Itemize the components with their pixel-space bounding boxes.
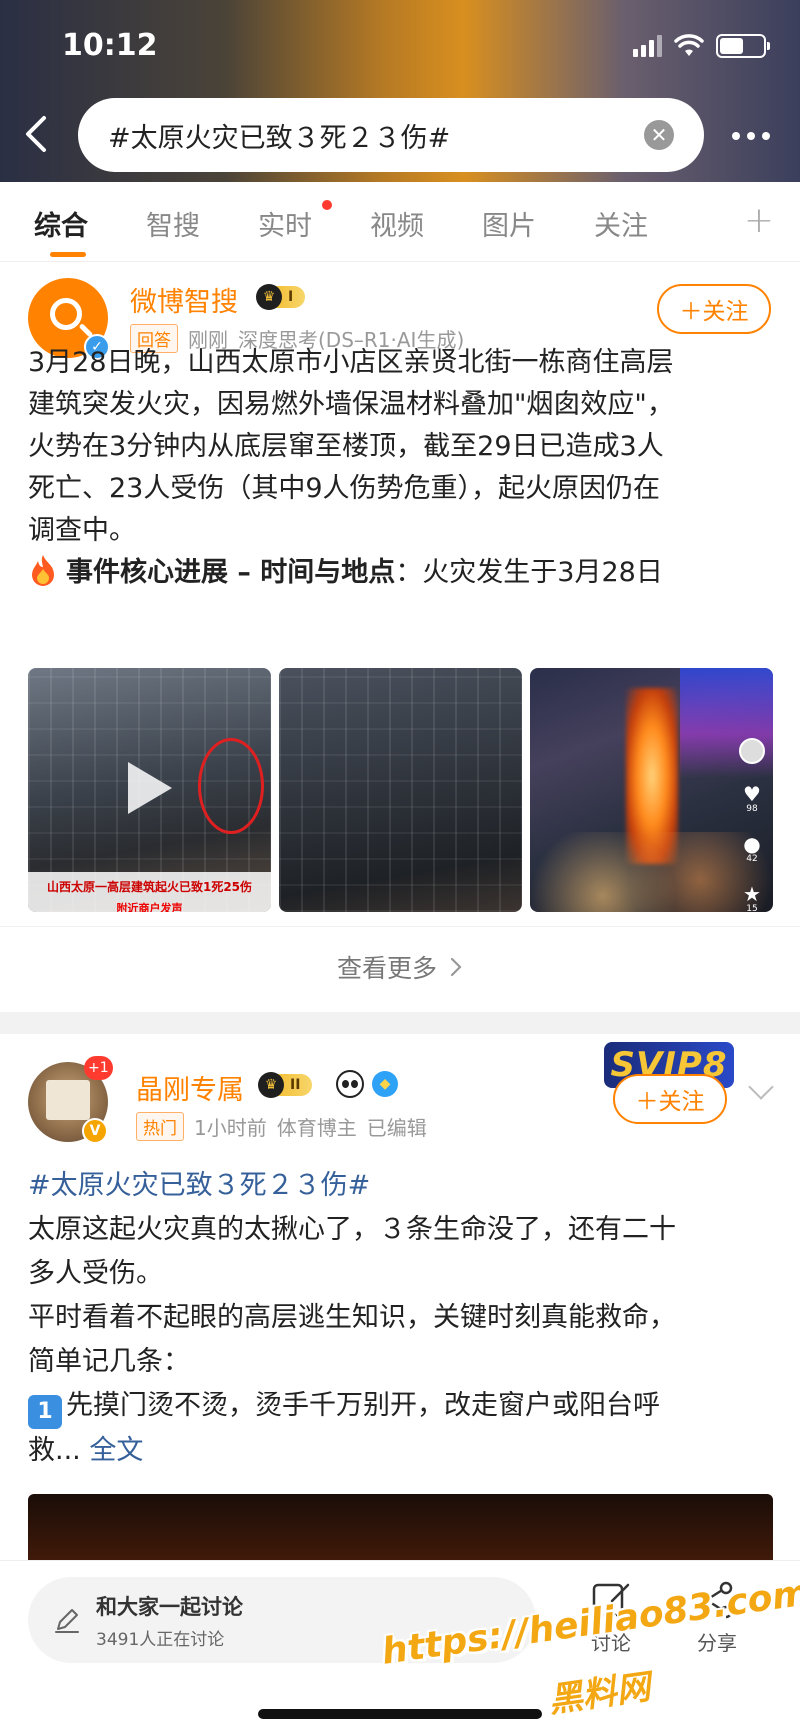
post-line: 多人受伤。 — [28, 1258, 163, 1289]
post-ai-answer: ✓ 微博智搜 ♛ I 回答 刚刚 深度思考(DS–R1·AI生成) ＋关注 3月… — [0, 262, 800, 1012]
watermark-name: 黑料网 — [546, 1667, 653, 1721]
user-name[interactable]: 晶刚专属 — [136, 1068, 244, 1107]
star-icon: ★ — [743, 882, 761, 906]
notification-badge: +1 — [84, 1056, 113, 1080]
follow-button[interactable]: ＋关注 — [613, 1074, 727, 1124]
add-tab-icon[interactable]: + — [744, 200, 774, 241]
caption-subtext: 附近商户发声 — [116, 902, 183, 912]
chevron-right-icon — [450, 957, 462, 976]
diamond-badge-icon: ◆ — [372, 1071, 398, 1097]
creator-avatar — [739, 738, 765, 764]
progress-heading: 事件核心进展 – 时间与地点 — [66, 557, 396, 588]
post-line: 调查中。 — [28, 515, 136, 546]
hot-tag: 热门 — [136, 1112, 184, 1141]
play-icon[interactable] — [128, 762, 172, 814]
image-thumbnail[interactable] — [279, 668, 522, 912]
author-role: 体育博主 — [276, 1116, 357, 1140]
caption-text: 山西太原一高层建筑起火已致1死25伤 — [46, 880, 253, 894]
number-one-icon: 1 — [28, 1395, 62, 1429]
more-options-button[interactable] — [732, 132, 770, 140]
see-more-label: 查看更多 — [336, 953, 437, 983]
signal-icon — [633, 35, 662, 57]
video-thumbnail[interactable]: 山西太原一高层建筑起火已致1死25伤 附近商户发声 — [28, 668, 271, 912]
tab-realtime[interactable]: 实时 — [258, 204, 312, 243]
post-line: 火势在3分钟内从底层窜至楼顶，截至29日已造成3人 — [28, 431, 664, 462]
video-side-rail: ♥ 98 ● 42 ★ 15 — [739, 738, 765, 912]
pen-icon — [55, 1609, 79, 1633]
back-button[interactable] — [20, 114, 56, 154]
battery-icon — [716, 34, 770, 58]
post-line: 1 先摸门烫不烫，烫手千万别开，改走窗户或阳台呼 — [28, 1384, 768, 1429]
fire-icon — [32, 555, 54, 586]
user-name[interactable]: 微博智搜 — [130, 280, 238, 319]
post-body: 3月28日晚，山西太原市小店区亲贤北街一栋商住高层 建筑突发火灾，因易燃外墙保温… — [28, 342, 768, 594]
image-gallery: 山西太原一高层建筑起火已致1死25伤 附近商户发声 ♥ 98 ● 42 ★ 15 — [28, 668, 773, 912]
discuss-count: 3491人正在讨论 — [96, 1629, 225, 1650]
post-line: 建筑突发火灾，因易燃外墙保温材料叠加"烟囱效应"， — [28, 389, 674, 420]
tab-video[interactable]: 视频 — [370, 204, 424, 243]
realtime-notification-dot — [322, 200, 332, 210]
post-line: 死亡、23人受伤（其中9人伤势危重），起火原因仍在 — [28, 473, 661, 504]
search-input[interactable]: #太原火灾已致３死２３伤# ✕ — [78, 98, 704, 172]
progress-line: 事件核心进展 – 时间与地点：火灾发生于3月28日 — [28, 552, 768, 594]
watermark: https://heiliao83.com 黑料网 — [379, 1572, 800, 1728]
image-caption: 山西太原一高层建筑起火已致1死25伤 附近商户发声 — [28, 872, 271, 912]
clear-search-button[interactable]: ✕ — [644, 120, 674, 150]
verified-icon: V — [82, 1118, 108, 1144]
post-line: 平时看着不起眼的高层逃生知识，关键时刻真能救命， — [28, 1302, 676, 1333]
hashtag-link[interactable]: #太原火灾已致３死２３伤# — [28, 1164, 768, 1208]
tab-images[interactable]: 图片 — [482, 204, 536, 243]
comment-icon: ● — [743, 832, 761, 856]
post-body: #太原火灾已致３死２３伤# 太原这起火灾真的太揪心了，３条生命没了，还有二十 多… — [28, 1164, 768, 1473]
tab-comprehensive[interactable]: 综合 — [34, 204, 88, 243]
crown-icon: ♛ — [258, 1072, 284, 1098]
edited-label: 已编辑 — [366, 1116, 427, 1140]
post-line: 3月28日晚，山西太原市小店区亲贤北街一栋商住高层 — [28, 347, 674, 378]
chevron-down-icon[interactable] — [748, 1074, 774, 1100]
search-query: #太原火灾已致３死２３伤# — [108, 122, 451, 154]
point-text: 救... — [28, 1435, 81, 1466]
tab-following[interactable]: 关注 — [594, 204, 648, 243]
top-header: 10:12 #太原火灾已致３死２３伤# ✕ — [0, 0, 800, 182]
progress-text: ：火灾发生于3月28日 — [395, 557, 663, 588]
tab-smart-search[interactable]: 智搜 — [146, 204, 200, 243]
post-meta: 热门 1小时前 体育博主 已编辑 — [136, 1112, 427, 1141]
see-more-button[interactable]: 查看更多 — [0, 926, 800, 1006]
post-line: 救... 全文 — [28, 1429, 768, 1473]
status-icons — [633, 34, 770, 58]
post-time: 1小时前 — [194, 1116, 267, 1140]
watermark-url: https://heiliao83.com — [379, 1572, 800, 1673]
search-tabs: 综合 智搜 实时 视频 图片 关注 + — [0, 182, 800, 262]
full-text-link[interactable]: 全文 — [89, 1435, 143, 1466]
wifi-icon — [674, 34, 704, 56]
post-line: 简单记几条： — [28, 1346, 190, 1377]
discuss-title: 和大家一起讨论 — [96, 1594, 243, 1619]
status-time: 10:12 — [62, 28, 158, 63]
crown-icon: ♛ — [256, 284, 282, 310]
vip-badge: ♛ I — [256, 284, 306, 310]
image-thumbnail[interactable]: ♥ 98 ● 42 ★ 15 — [530, 668, 773, 912]
active-tab-indicator — [50, 252, 86, 257]
highlight-circle — [198, 738, 264, 834]
panda-icon — [336, 1070, 364, 1098]
vip-badge: ♛ II — [258, 1072, 313, 1098]
post-line: 太原这起火灾真的太揪心了，３条生命没了，还有二十 — [28, 1214, 676, 1245]
section-divider — [0, 1012, 800, 1034]
heart-icon: ♥ — [743, 782, 761, 806]
point-text: 先摸门烫不烫，烫手千万别开，改走窗户或阳台呼 — [66, 1390, 660, 1421]
follow-button[interactable]: ＋关注 — [657, 284, 771, 334]
